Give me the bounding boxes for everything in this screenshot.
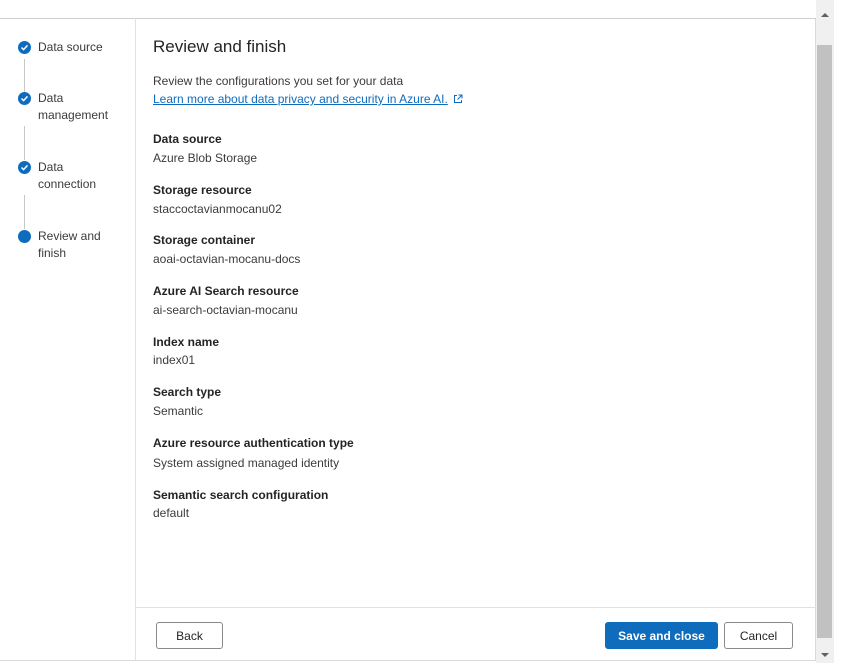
field-label-semantic-config: Semantic search configuration (153, 488, 329, 502)
field-value-storage-resource: staccoctavianmocanu02 (153, 202, 282, 216)
field-value-semantic-config: default (153, 506, 190, 520)
field-value-data-source: Azure Blob Storage (153, 151, 258, 165)
checkmark-circle-icon (18, 41, 31, 54)
field-label-search-resource: Azure AI Search resource (153, 284, 299, 298)
page-title: Review and finish (153, 37, 287, 56)
step-connector (24, 195, 25, 229)
background-window-strip (0, 0, 843, 18)
step-label: Data source (38, 40, 103, 54)
review-dialog: Data source Data management Data connect… (0, 18, 816, 661)
field-label-search-type: Search type (153, 385, 222, 399)
field-label-index-name: Index name (153, 335, 220, 349)
open-external-icon (453, 93, 463, 107)
step-label-line2: finish (38, 246, 67, 260)
back-button[interactable]: Back (156, 622, 223, 649)
scroll-up-arrow-icon[interactable] (820, 6, 830, 17)
footer-divider (136, 607, 816, 608)
field-value-storage-container: aoai-octavian-mocanu-docs (153, 252, 301, 266)
field-value-index-name: index01 (153, 353, 196, 367)
step-label-line2: management (38, 108, 109, 122)
learn-more-link-text: Learn more about data privacy and securi… (153, 92, 448, 106)
step-label: Data connection (38, 159, 118, 193)
field-value-search-resource: ai-search-octavian-mocanu (153, 303, 298, 317)
field-label-auth-type: Azure resource authentication type (153, 436, 354, 450)
page-subtitle: Review the configurations you set for yo… (153, 74, 404, 88)
save-and-close-button[interactable]: Save and close (605, 622, 718, 649)
field-label-data-source: Data source (153, 132, 222, 146)
step-connector (24, 59, 25, 92)
checkmark-circle-icon (18, 161, 31, 174)
field-value-auth-type: System assigned managed identity (153, 456, 340, 470)
field-label-storage-resource: Storage resource (153, 183, 252, 197)
checkmark-circle-icon (18, 92, 31, 105)
step-label: Review and finish (38, 228, 118, 262)
cancel-button[interactable]: Cancel (724, 622, 793, 649)
step-label-line2: connection (38, 177, 97, 191)
filled-circle-icon (18, 230, 31, 243)
wizard-stepper: Data source Data management Data connect… (0, 18, 136, 661)
step-connector (24, 126, 25, 160)
step-label-line1: Review and (38, 229, 101, 243)
learn-more-link[interactable]: Learn more about data privacy and securi… (153, 92, 463, 107)
field-value-search-type: Semantic (153, 404, 204, 418)
step-label: Data management (38, 90, 118, 124)
step-label-line1: Data (38, 91, 64, 105)
field-label-storage-container: Storage container (153, 233, 256, 247)
scroll-down-arrow-icon[interactable] (820, 646, 830, 657)
background-window-edge (834, 0, 843, 663)
vertical-scrollbar[interactable] (816, 0, 834, 663)
step-label-line1: Data (38, 160, 64, 174)
scrollbar-thumb[interactable] (817, 45, 832, 638)
